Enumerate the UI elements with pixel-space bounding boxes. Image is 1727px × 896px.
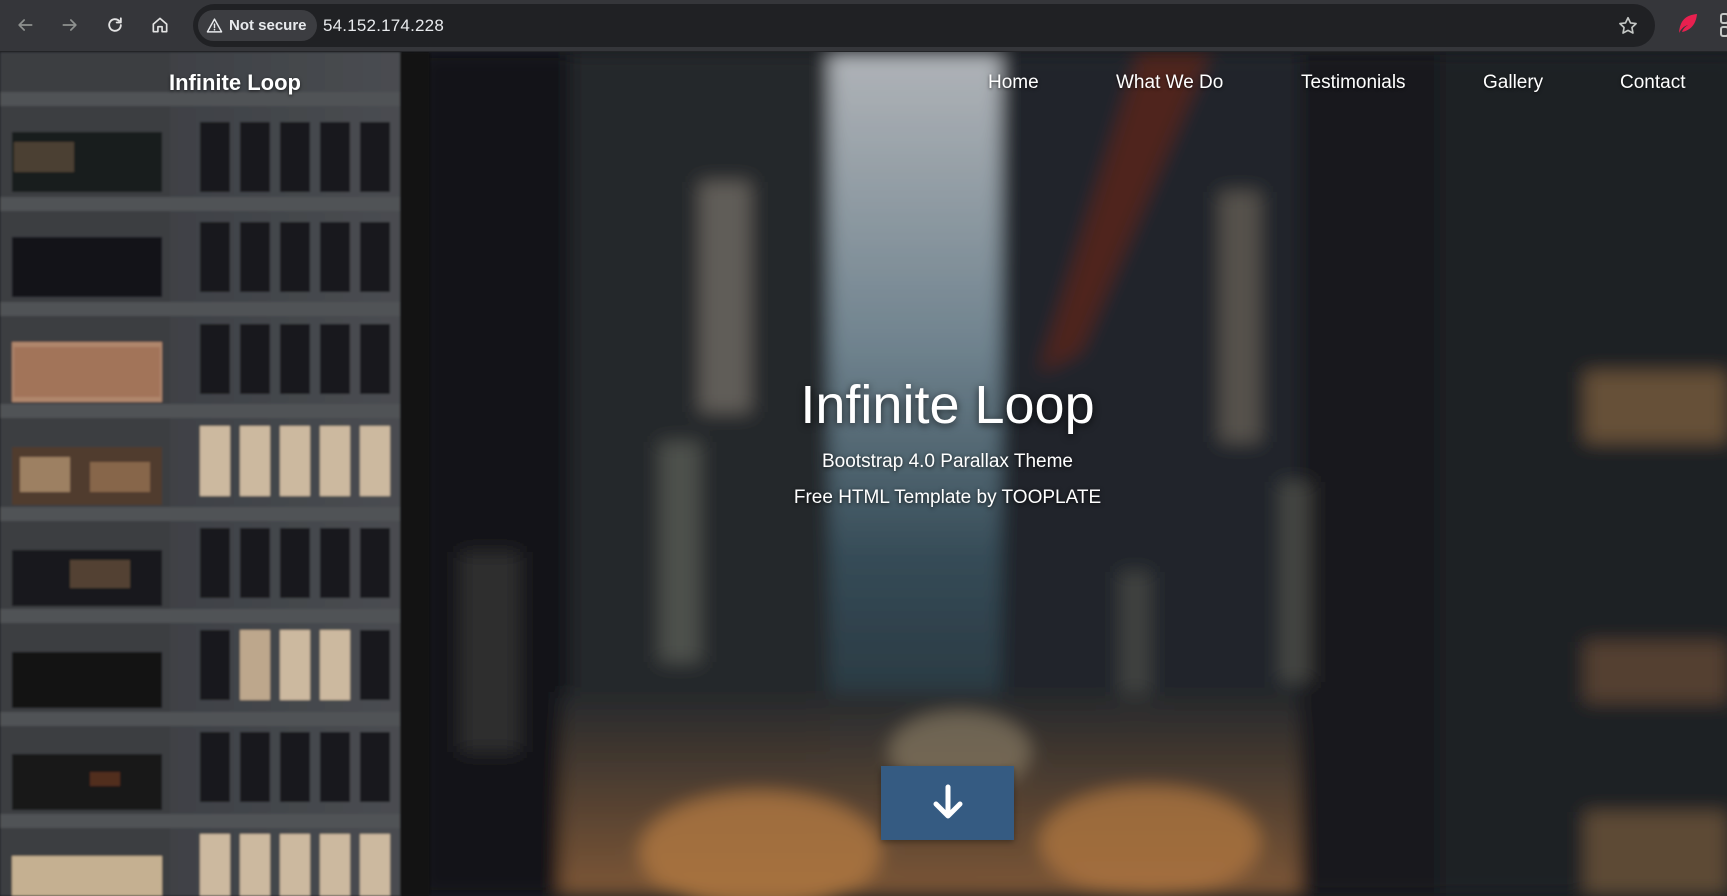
nav-link-contact[interactable]: Contact [1620, 72, 1685, 94]
forward-button[interactable] [55, 10, 85, 40]
home-button[interactable] [145, 10, 175, 40]
extension-icon[interactable] [1676, 12, 1700, 36]
forward-arrow-icon [62, 19, 77, 31]
hero-section [0, 52, 1727, 896]
reload-button[interactable] [100, 10, 130, 40]
url-text[interactable]: 54.152.174.228 [323, 16, 444, 36]
address-bar[interactable]: Not secure 54.152.174.228 [193, 4, 1655, 47]
nav-link-home[interactable]: Home [988, 72, 1039, 94]
security-label: Not secure [229, 17, 307, 34]
hero-subtitle-primary: Bootstrap 4.0 Parallax Theme [821, 451, 1073, 472]
warning-triangle-icon [206, 18, 223, 33]
back-button[interactable] [10, 10, 40, 40]
security-indicator[interactable]: Not secure [198, 10, 317, 41]
nav-link-what-we-do[interactable]: What We Do [1116, 72, 1223, 94]
nav-link-gallery[interactable]: Gallery [1483, 72, 1543, 94]
nav-link-testimonials[interactable]: Testimonials [1301, 72, 1406, 94]
home-icon [152, 17, 168, 33]
reload-icon [108, 17, 122, 32]
arrow-down-icon [933, 784, 962, 819]
hero-background-image [0, 52, 1727, 896]
hero-title: Infinite Loop [800, 375, 1095, 435]
star-icon[interactable] [1617, 15, 1639, 37]
back-arrow-icon [18, 19, 33, 31]
hero-subtitle-secondary: Free HTML Template by TOOPLATE [793, 487, 1102, 508]
scroll-down-button[interactable] [881, 766, 1014, 840]
site-nav: Home What We Do Testimonials Gallery Con… [0, 72, 1727, 102]
extensions-puzzle-icon[interactable] [1718, 12, 1727, 38]
browser-toolbar: Not secure 54.152.174.228 [0, 0, 1727, 52]
